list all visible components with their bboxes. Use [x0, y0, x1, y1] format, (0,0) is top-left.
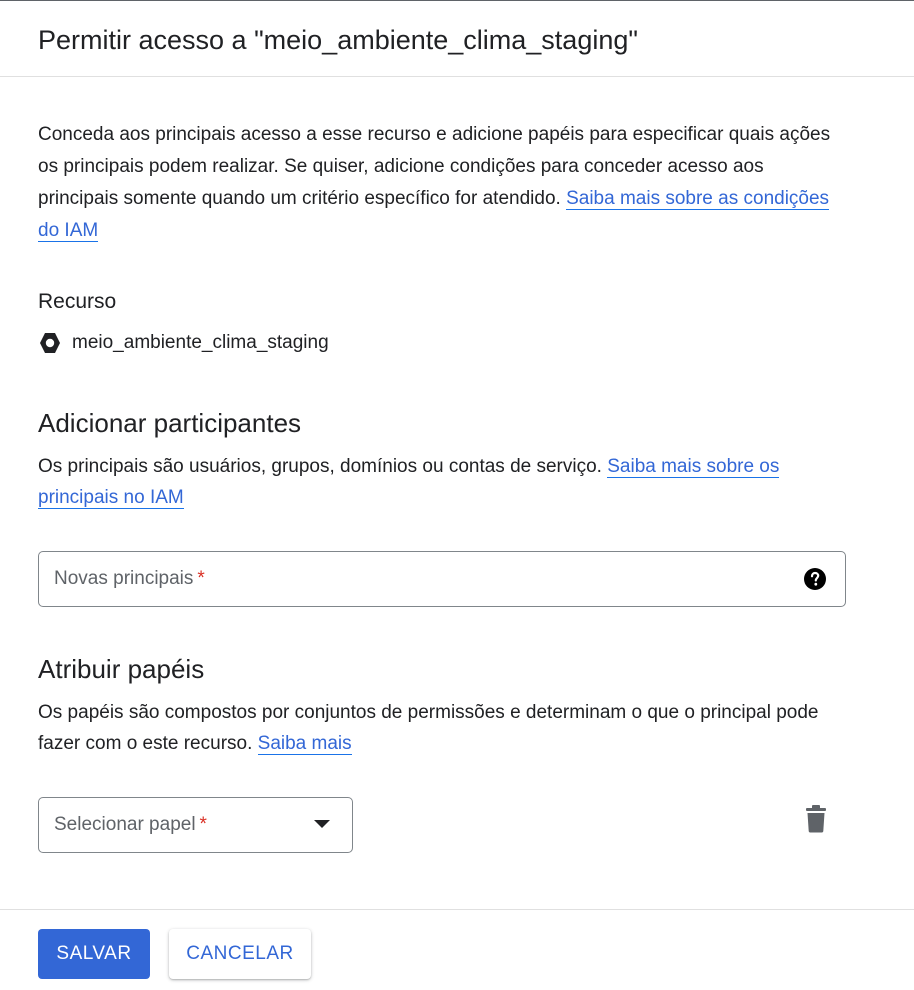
select-role-dropdown[interactable]: Selecionar papel *	[38, 797, 353, 853]
resource-label: Recurso	[38, 290, 117, 313]
assign-roles-description: Os papéis são compostos por conjuntos de…	[38, 697, 848, 759]
intro-paragraph: Conceda aos principais acesso a esse rec…	[38, 119, 848, 247]
select-role-label: Selecionar papel	[54, 814, 196, 835]
dropdown-arrow-icon	[314, 820, 330, 828]
resource-row: meio_ambiente_clima_staging	[38, 331, 876, 355]
assign-roles-text: Os papéis são compostos por conjuntos de…	[38, 702, 819, 754]
bigquery-dataset-icon	[38, 331, 62, 355]
dialog-header: Permitir acesso a "meio_ambiente_clima_s…	[0, 1, 914, 77]
assign-roles-heading: Atribuir papéis	[38, 654, 205, 684]
save-button[interactable]: SALVAR	[38, 929, 150, 979]
role-row: Selecionar papel *	[38, 797, 876, 853]
required-marker: *	[199, 814, 207, 835]
help-circle-icon[interactable]	[803, 567, 827, 591]
add-principals-description: Os principais são usuários, grupos, domí…	[38, 451, 848, 513]
required-marker: *	[197, 568, 205, 589]
new-principals-label: Novas principais	[54, 568, 194, 589]
trash-icon[interactable]	[804, 805, 828, 833]
add-principals-text: Os principais são usuários, grupos, domí…	[38, 456, 608, 477]
dialog-content: Conceda aos principais acesso a esse rec…	[0, 119, 914, 853]
dialog-title: Permitir acesso a "meio_ambiente_clima_s…	[38, 25, 638, 55]
grant-access-dialog: Permitir acesso a "meio_ambiente_clima_s…	[0, 0, 914, 990]
new-principals-input[interactable]: Novas principais *	[38, 551, 846, 607]
dialog-footer: SALVAR CANCELAR	[0, 909, 914, 990]
add-principals-heading: Adicionar participantes	[38, 408, 302, 438]
resource-name: meio_ambiente_clima_staging	[72, 332, 329, 353]
roles-learn-more-link[interactable]: Saiba mais	[257, 733, 352, 755]
cancel-button[interactable]: CANCELAR	[169, 929, 311, 979]
